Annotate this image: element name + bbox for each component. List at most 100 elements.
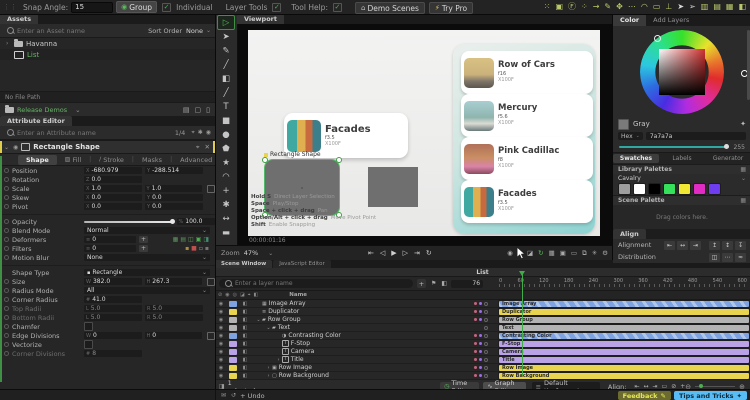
layer-color-swatch[interactable] [229,340,237,347]
visibility-eye-icon[interactable]: ◉ [215,333,227,339]
deformer-shortcut-icon[interactable]: ▣ [196,236,202,243]
keyframe-toggle[interactable] [0,333,12,338]
camera-tool[interactable]: ◧ [218,72,234,86]
layer-row-row-group[interactable]: ◉ ◧ ⌄ ▰ Row Group Row Group [215,316,750,324]
layer-name[interactable]: F-Stop [291,340,310,347]
render-toggle-icon[interactable]: ◧ [239,333,251,339]
timeline-bar[interactable]: Camera [499,348,749,355]
tab-masks[interactable]: Masks [134,155,170,165]
connector-tool[interactable]: ↔ [218,212,234,226]
timeline-bar[interactable]: Contrasting Color [499,332,749,339]
cells-icon[interactable]: ▦ [726,3,734,11]
layer-color-swatch[interactable] [229,356,237,363]
columns-icon[interactable]: ▥ [701,3,709,11]
tips-and-tricks-button[interactable]: Tips and Tricks ✦ [673,391,747,400]
align-top-button[interactable]: ↥ [709,240,720,250]
alpha-value[interactable]: 255 [734,144,745,151]
palette-grid-icon[interactable]: ▦ [740,197,746,204]
keyframe-toggle[interactable] [0,177,12,182]
eyedropper-icon[interactable]: ✦ [740,120,746,128]
deformer-shortcut-icon[interactable]: ◫ [188,236,194,243]
asset-folder-havanna[interactable]: › Havanna [0,38,215,49]
deformers-count-field[interactable]: ≡ 0 [84,236,136,243]
snapshot-icon[interactable]: ✳ [592,250,597,257]
align-bottom-button[interactable]: ↧ [735,240,746,250]
expand-chevron[interactable]: › [265,365,272,371]
try-pro-button[interactable]: ⚡ Try Pro [428,2,474,14]
deformer-shortcut-icon[interactable]: ▦ [173,236,179,243]
camera-view-icon[interactable]: ◧ [738,3,746,11]
timeline-bar[interactable]: Duplicator [499,308,749,315]
link-wh-icon[interactable] [207,331,216,340]
viewport-canvas[interactable]: Row of Cars f16 X100F Mercury f5.6 X100F… [248,30,600,236]
tab-align[interactable]: Align [613,229,646,239]
layer-name[interactable]: Camera [291,348,315,355]
align-center-v-button[interactable]: ↕ [722,240,733,250]
keyframe-toggle[interactable] [0,246,12,251]
keyframe-toggle[interactable] [0,342,12,347]
layer-row-duplicator[interactable]: ◉ ◧ ≡ Duplicator Duplicator [215,308,750,316]
loop-button[interactable]: ↻ [426,249,432,257]
layer-name[interactable]: Contrasting Color [288,332,341,339]
individual-checkbox[interactable]: ✓ [162,2,172,12]
curve-icon[interactable]: ◠ [641,3,648,11]
layer-color-swatch[interactable] [229,332,237,339]
trim-path-icon[interactable]: ⋯ [628,3,636,11]
rectangle-tool[interactable]: ■ [218,114,234,128]
lock-column-icon[interactable]: ⊘ [218,292,222,298]
hex-value-input[interactable]: 7a7a7a [645,132,746,140]
tab-add-layers[interactable]: Add Layers [646,14,696,26]
vectorize-checkbox[interactable] [84,340,93,349]
pen-tool[interactable]: ✎ [218,44,234,58]
keyframe-toggle[interactable] [0,186,12,191]
layer-row-camera[interactable]: ◉ ◧ T Camera Camera [215,348,750,356]
text-tool[interactable]: T [218,100,234,114]
tool-help-checkbox[interactable]: ✓ [332,2,342,12]
keyframe-band-icon[interactable]: ▭ [653,3,661,11]
render-toggle-icon[interactable]: ◧ [239,301,251,307]
keyframe-toggle[interactable] [0,228,12,233]
color-swatch[interactable] [648,183,661,195]
project-select[interactable]: Release Demos [17,106,67,114]
layer-name[interactable]: Title [291,356,304,363]
add-filter-button[interactable]: + [139,245,148,252]
stroke-tool[interactable]: ╱ [218,86,234,100]
tab-scene-window[interactable]: Scene Window [215,260,273,268]
capsule-tool[interactable]: ▬ [218,226,234,240]
render-toggle-icon[interactable]: ◧ [239,317,251,323]
layer-color-swatch[interactable] [229,348,237,355]
expand-chevron[interactable]: ⌄ [265,325,272,331]
null-tool[interactable]: + [218,184,234,198]
text-anchor-icon[interactable]: ⊥ [665,3,672,11]
layer-name[interactable]: Text [278,324,290,331]
card-row-of-cars[interactable]: Row of Cars f16 X100F [461,51,593,94]
size-h-field[interactable]: H 267.3 [144,278,203,285]
filter-shortcut-icon[interactable]: ▫ [199,245,203,252]
layer-color-swatch[interactable] [229,316,237,323]
grid-overlay-icon[interactable]: ▦ [549,250,555,257]
snap-grid-icon[interactable]: ⁙ [544,3,551,11]
layer-name[interactable]: Row Background [279,372,329,379]
timeline-bar[interactable]: Title [499,356,749,363]
distribute-wave-button[interactable]: ≈ [735,252,746,262]
play-button[interactable]: ▶ [391,249,396,257]
visibility-eye-icon[interactable]: ◉ [215,309,227,315]
current-frame-field[interactable]: 76 [451,279,484,288]
sort-order-select[interactable]: None [186,27,203,35]
arc-tool[interactable]: ◠ [218,170,234,184]
bottom-radii-l-field[interactable]: L 5.0 [84,314,142,321]
emitter-tool[interactable]: ✱ [218,198,234,212]
skew-y-field[interactable]: Y 0.0 [145,194,203,201]
close-icon[interactable]: ✕ [205,143,210,152]
layer-search-input[interactable]: Enter a layer name [219,279,413,288]
cavalry-palette-row[interactable]: Cavalry ⌄ [613,174,750,183]
audio-column-icon[interactable]: ◪ [240,292,245,298]
frame-icon[interactable]: Ⓕ [568,3,576,11]
skew-x-field[interactable]: X 0.0 [84,194,142,201]
keyframe-toggle[interactable] [0,195,12,200]
feedback-button[interactable]: Feedback ✎ [617,391,671,400]
keyframe-toggle[interactable] [0,288,12,293]
layer-name[interactable]: Row Image [279,364,312,371]
keyframe-toggle[interactable] [0,297,12,302]
visibility-eye-icon[interactable]: ◉ [215,341,227,347]
